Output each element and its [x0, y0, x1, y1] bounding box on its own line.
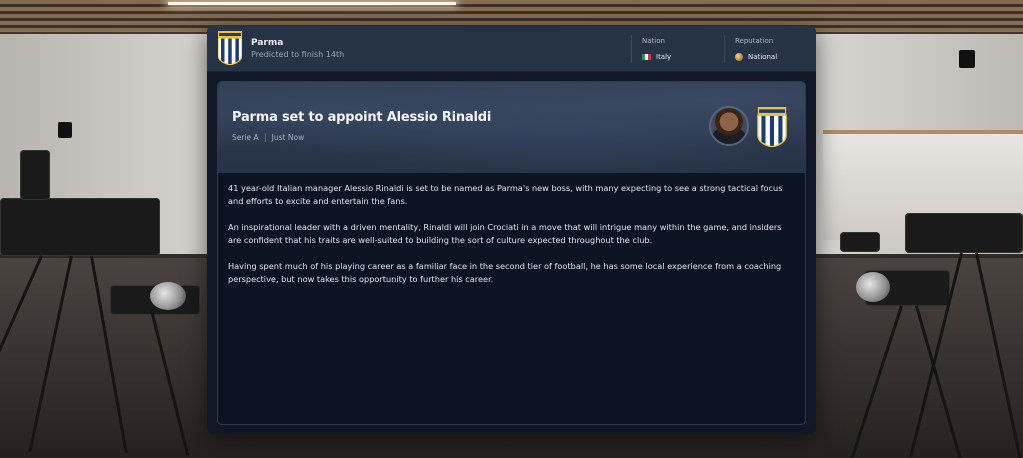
club-name[interactable]: Parma — [251, 38, 283, 48]
speaker-left — [58, 122, 72, 138]
manager-avatar[interactable] — [709, 106, 749, 146]
camera-right-1 — [905, 213, 1023, 253]
camera-right-3 — [840, 232, 880, 252]
article-paragraph: Having spent much of his playing career … — [228, 261, 782, 284]
article-paragraph: 41 year-old Italian manager Alessio Rina… — [228, 183, 783, 206]
reputation-label: Reputation — [735, 37, 774, 45]
camera-left-2 — [20, 150, 50, 200]
reputation-value: National — [735, 53, 777, 61]
article-meta: Serie A Just Now — [232, 133, 304, 142]
camera-lens — [150, 282, 186, 310]
article-paragraph: An inspirational leader with a driven me… — [228, 222, 782, 245]
camera-lens — [856, 272, 890, 302]
header-divider — [724, 35, 725, 63]
reputation-name: National — [748, 53, 778, 61]
reputation-globe-icon — [735, 53, 743, 61]
italy-flag-icon — [642, 54, 651, 60]
nation-label: Nation — [642, 37, 665, 45]
header-divider — [631, 35, 632, 63]
news-article: Parma set to appoint Alessio Rinaldi Ser… — [217, 81, 806, 425]
article-hero: Parma set to appoint Alessio Rinaldi Ser… — [218, 82, 805, 173]
speaker-right — [959, 50, 975, 68]
nation-value[interactable]: Italy — [642, 53, 671, 61]
article-time: Just Now — [271, 133, 305, 142]
parma-crest-icon[interactable] — [757, 107, 787, 147]
parma-crest-icon[interactable] — [218, 31, 242, 65]
nation-name: Italy — [656, 53, 672, 61]
club-header: Parma Predicted to finish 14th Nation It… — [207, 26, 816, 72]
meta-separator — [264, 133, 266, 142]
ceiling-light — [168, 2, 456, 5]
article-body: 41 year-old Italian manager Alessio Rina… — [228, 182, 793, 299]
camera-left-1 — [0, 198, 160, 256]
article-headline: Parma set to appoint Alessio Rinaldi — [232, 110, 492, 125]
news-panel: Parma Predicted to finish 14th Nation It… — [207, 26, 816, 434]
club-prediction: Predicted to finish 14th — [251, 50, 345, 59]
article-competition[interactable]: Serie A — [232, 133, 259, 142]
